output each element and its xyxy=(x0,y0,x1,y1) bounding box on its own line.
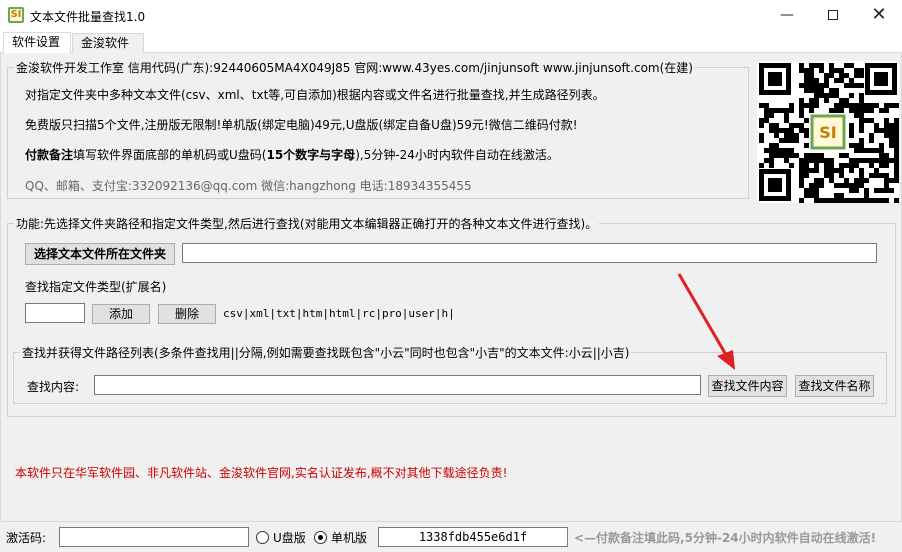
folder-path-input[interactable] xyxy=(182,243,877,263)
standalone-version-radio[interactable] xyxy=(314,531,327,544)
distribution-notice: 本软件只在华军软件园、非凡软件站、金浚软件官网,实名认证发布,概不对其他下载途径… xyxy=(15,466,508,480)
payment-note-bold-code: 15个数字与字母 xyxy=(266,148,356,162)
tab-content-panel: 金浚软件开发工作室 信用代码(广东):92440605MA4X049J85 官网… xyxy=(0,53,902,521)
close-button[interactable]: ✕ xyxy=(856,0,902,31)
title-bar: SI 文本文件批量查找1.0 — ✕ xyxy=(0,0,902,31)
activation-code-label: 激活码: xyxy=(6,531,47,545)
activation-code-input[interactable] xyxy=(59,527,249,547)
machine-code-field[interactable]: 1338fdb455e6d1f xyxy=(378,527,568,547)
qr-finder-bottom-left xyxy=(759,169,791,201)
contact-info: QQ、邮箱、支付宝:332092136@qq.com 微信:hangzhong … xyxy=(25,179,472,193)
find-file-name-button[interactable]: 查找文件名称 xyxy=(795,375,874,397)
app-logo-icon: SI xyxy=(8,7,24,23)
wechat-qr-code: SI xyxy=(757,61,899,203)
red-arrow-annotation xyxy=(677,273,735,370)
window-title: 文本文件批量查找1.0 xyxy=(30,10,146,24)
extension-list: csv|xml|txt|htm|html|rc|pro|user|h| xyxy=(223,307,455,320)
maximize-icon xyxy=(828,10,838,20)
standalone-version-label: 单机版 xyxy=(331,531,368,545)
add-extension-button[interactable]: 添加 xyxy=(92,304,150,324)
info-line-payment-note: 付款备注填写软件界面底部的单机码或U盘码(15个数字与字母),5分钟-24小时内… xyxy=(25,146,559,163)
payment-note-bold: 付款备注 xyxy=(25,148,74,162)
minimize-button[interactable]: — xyxy=(764,0,810,31)
delete-extension-button[interactable]: 删除 xyxy=(158,304,216,324)
usb-version-label: U盘版 xyxy=(273,531,306,545)
maximize-button[interactable] xyxy=(810,0,856,31)
info-line-description: 对指定文件夹中多种文本文件(csv、xml、txt等,可自添加)根据内容或文件名… xyxy=(25,88,605,102)
qr-finder-top-left xyxy=(759,63,791,95)
search-content-label: 查找内容: xyxy=(27,380,80,394)
qr-code-image: SI xyxy=(757,61,899,203)
find-file-content-button[interactable]: 查找文件内容 xyxy=(708,375,787,397)
payment-note-text: 填写软件界面底部的单机码或U盘码( xyxy=(73,148,267,162)
tab-software-settings[interactable]: 软件设置 xyxy=(3,32,71,54)
payment-hint: <—付款备注填此码,5分钟-24小时内软件自动在线激活! xyxy=(574,531,877,545)
payment-note-end: ),5分钟-24小时内软件自动在线激活。 xyxy=(355,148,559,162)
tab-strip: 软件设置 金浚软件 xyxy=(0,32,902,54)
extension-input[interactable] xyxy=(25,303,85,323)
search-group-legend: 查找并获得文件路径列表(多条件查找用||分隔,例如需要查找既包含"小云"同时也包… xyxy=(20,344,632,361)
qr-center-logo: SI xyxy=(819,123,836,142)
info-group-legend: 金浚软件开发工作室 信用代码(广东):92440605MA4X049J85 官网… xyxy=(14,59,695,76)
function-group-legend: 功能:先选择文件夹路径和指定文件类型,然后进行查找(对能用文本编辑器正确打开的各… xyxy=(14,215,600,232)
usb-version-radio[interactable] xyxy=(256,531,269,544)
select-folder-button[interactable]: 选择文本文件所在文件夹 xyxy=(25,243,175,265)
search-content-input[interactable] xyxy=(94,375,701,395)
tab-jinjun-software[interactable]: 金浚软件 xyxy=(72,33,144,53)
status-bar: 激活码: U盘版 单机版 1338fdb455e6d1f <—付款备注填此码,5… xyxy=(0,521,902,552)
qr-finder-top-right xyxy=(865,63,897,95)
extension-label: 查找指定文件类型(扩展名) xyxy=(25,280,167,294)
info-line-pricing: 免费版只扫描5个文件,注册版无限制!单机版(绑定电脑)49元,U盘版(绑定自备U… xyxy=(25,118,578,132)
